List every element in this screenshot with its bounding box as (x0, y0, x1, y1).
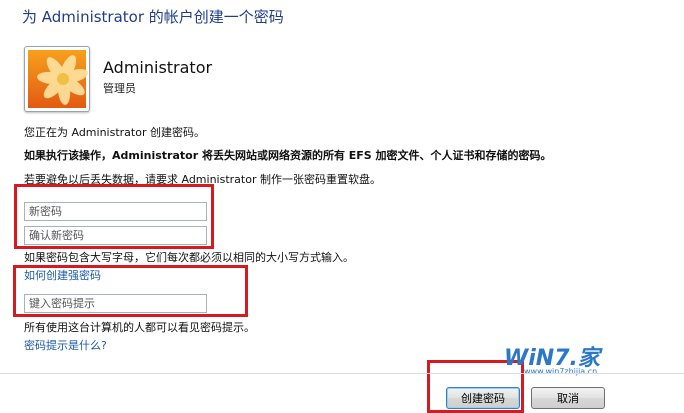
case-sensitivity-note: 如果密码包含大写字母，它们每次都必须以相同的大小写方式输入。 (24, 251, 354, 264)
what-is-hint-link[interactable]: 密码提示是什么? (24, 337, 107, 353)
creating-for-text: 您正在为 Administrator 创建密码。 (24, 126, 205, 139)
cancel-button[interactable]: 取消 (531, 387, 605, 409)
page-title: 为 Administrator 的帐户创建一个密码 (22, 8, 284, 26)
warning-text: 如果执行该操作，Administrator 将丢失网站或网络资源的所有 EFS … (24, 149, 552, 162)
highlight-hint-field (13, 265, 248, 317)
account-role: 管理员 (103, 82, 136, 95)
hint-visible-note: 所有使用这台计算机的人都可以看见密码提示。 (24, 321, 255, 334)
watermark-logo: WiN7.家 www.win7zhijia.cn (494, 340, 644, 380)
watermark-url: www.win7zhijia.cn (524, 367, 598, 376)
account-name: Administrator (103, 58, 213, 77)
create-password-button[interactable]: 创建密码 (446, 387, 520, 409)
footer-divider (0, 373, 684, 374)
highlight-password-fields (14, 184, 214, 249)
flower-avatar-icon (24, 46, 90, 112)
